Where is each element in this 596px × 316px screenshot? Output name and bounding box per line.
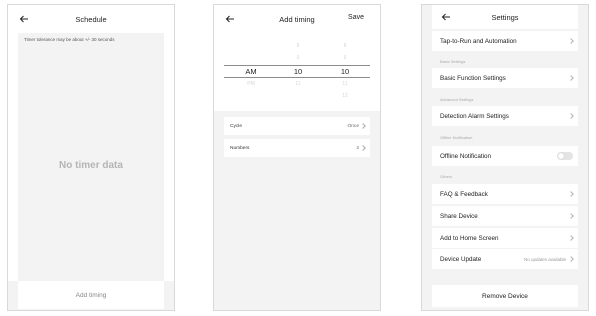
time-picker[interactable]: AM PM 8 9 10 11 8 9 10 11 12 [214,27,380,111]
picker-minute-option[interactable]: 9 [335,55,355,61]
schedule-content: Timer tolerance may be about +/- 30 seco… [8,33,174,281]
section-advanced-settings: Advanced Settings [440,97,474,102]
save-button[interactable]: Save [348,14,364,21]
back-arrow-icon[interactable] [440,11,452,23]
page-title: Settings [491,12,519,22]
device-update-row[interactable]: Device Update No updates available [432,249,578,269]
picker-selection-line-bottom [224,77,370,78]
picker-ampm-option[interactable]: PM [241,81,261,87]
basic-function-label: Basic Function Settings [440,74,506,82]
cycle-label: Cycle [230,123,242,129]
numbers-row[interactable]: Numbers 2 [224,139,370,157]
device-update-label: Device Update [440,255,482,263]
section-basic-settings: Basic Settings [440,59,466,64]
basic-function-row[interactable]: Basic Function Settings [432,68,578,88]
picker-minute-selected[interactable]: 10 [335,67,355,76]
faq-label: FAQ & Feedback [440,190,488,198]
picker-selection-line-top [224,65,370,66]
chevron-right-icon [568,235,574,241]
picker-minute-option[interactable]: 11 [335,81,355,87]
add-timing-screen: Add timing Save AM PM 8 9 10 11 8 9 10 1… [213,4,381,311]
tap-to-run-row[interactable]: Tap-to-Run and Automation [432,31,578,51]
tolerance-note: Timer tolerance may be about +/- 30 seco… [24,37,115,42]
picker-minute-option[interactable]: 8 [335,43,355,49]
detection-alarm-label: Detection Alarm Settings [440,112,509,120]
settings-header: Settings [432,5,578,29]
section-offline-notification: Offline Notification [440,135,473,140]
chevron-right-icon [568,191,574,197]
picker-hour-option[interactable]: 11 [288,81,308,87]
back-arrow-icon[interactable] [224,13,236,25]
page-title: Add timing [279,14,315,24]
device-update-status: No updates available [523,256,566,262]
share-device-row[interactable]: Share Device [432,206,578,226]
numbers-value: 2 [356,145,359,151]
add-home-screen-row[interactable]: Add to Home Screen [432,228,578,248]
picker-minute-option[interactable]: 12 [335,93,355,99]
page-title: Schedule [75,14,107,24]
picker-hour-selected[interactable]: 10 [288,67,308,76]
chevron-right-icon [360,123,366,129]
schedule-screen: Schedule Timer tolerance may be about +/… [7,4,175,311]
schedule-header: Schedule [8,5,174,33]
detection-alarm-row[interactable]: Detection Alarm Settings [432,106,578,126]
chevron-right-icon [568,75,574,81]
picker-ampm-selected[interactable]: AM [241,67,261,76]
numbers-label: Numbers [230,145,250,151]
settings-screen: Settings Tap-to-Run and Automation Basic… [421,4,589,311]
tap-to-run-label: Tap-to-Run and Automation [440,37,517,45]
offline-notification-toggle[interactable] [557,152,573,160]
chevron-right-icon [568,113,574,119]
chevron-right-icon [360,145,366,151]
remove-device-button[interactable]: Remove Device [432,285,578,307]
add-home-screen-label: Add to Home Screen [440,234,499,242]
picker-hour-option[interactable]: 9 [288,55,308,61]
cycle-row[interactable]: Cycle Once [224,117,370,135]
chevron-right-icon [568,213,574,219]
faq-row[interactable]: FAQ & Feedback [432,184,578,204]
offline-notification-label: Offline Notification [440,152,491,160]
add-timing-button[interactable]: Add timing [18,281,164,309]
share-device-label: Share Device [440,212,478,220]
offline-notification-row: Offline Notification [432,146,578,166]
chevron-right-icon [568,256,574,262]
section-others: Others [440,174,453,179]
empty-state-text: No timer data [59,160,123,171]
picker-hour-option[interactable]: 8 [288,43,308,49]
schedule-panel: Timer tolerance may be about +/- 30 seco… [18,33,164,281]
back-arrow-icon[interactable] [18,13,30,25]
chevron-right-icon [568,38,574,44]
cycle-value: Once [347,123,359,129]
